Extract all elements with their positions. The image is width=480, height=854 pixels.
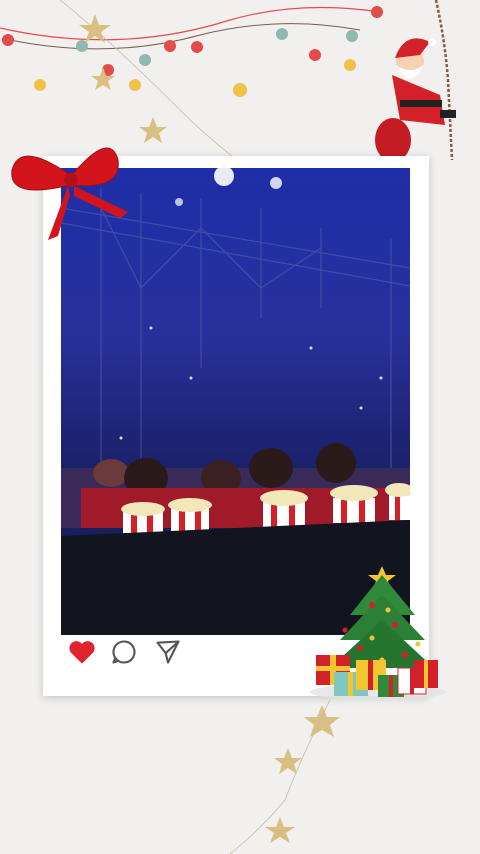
christmas-tree-with-gifts bbox=[310, 566, 446, 700]
